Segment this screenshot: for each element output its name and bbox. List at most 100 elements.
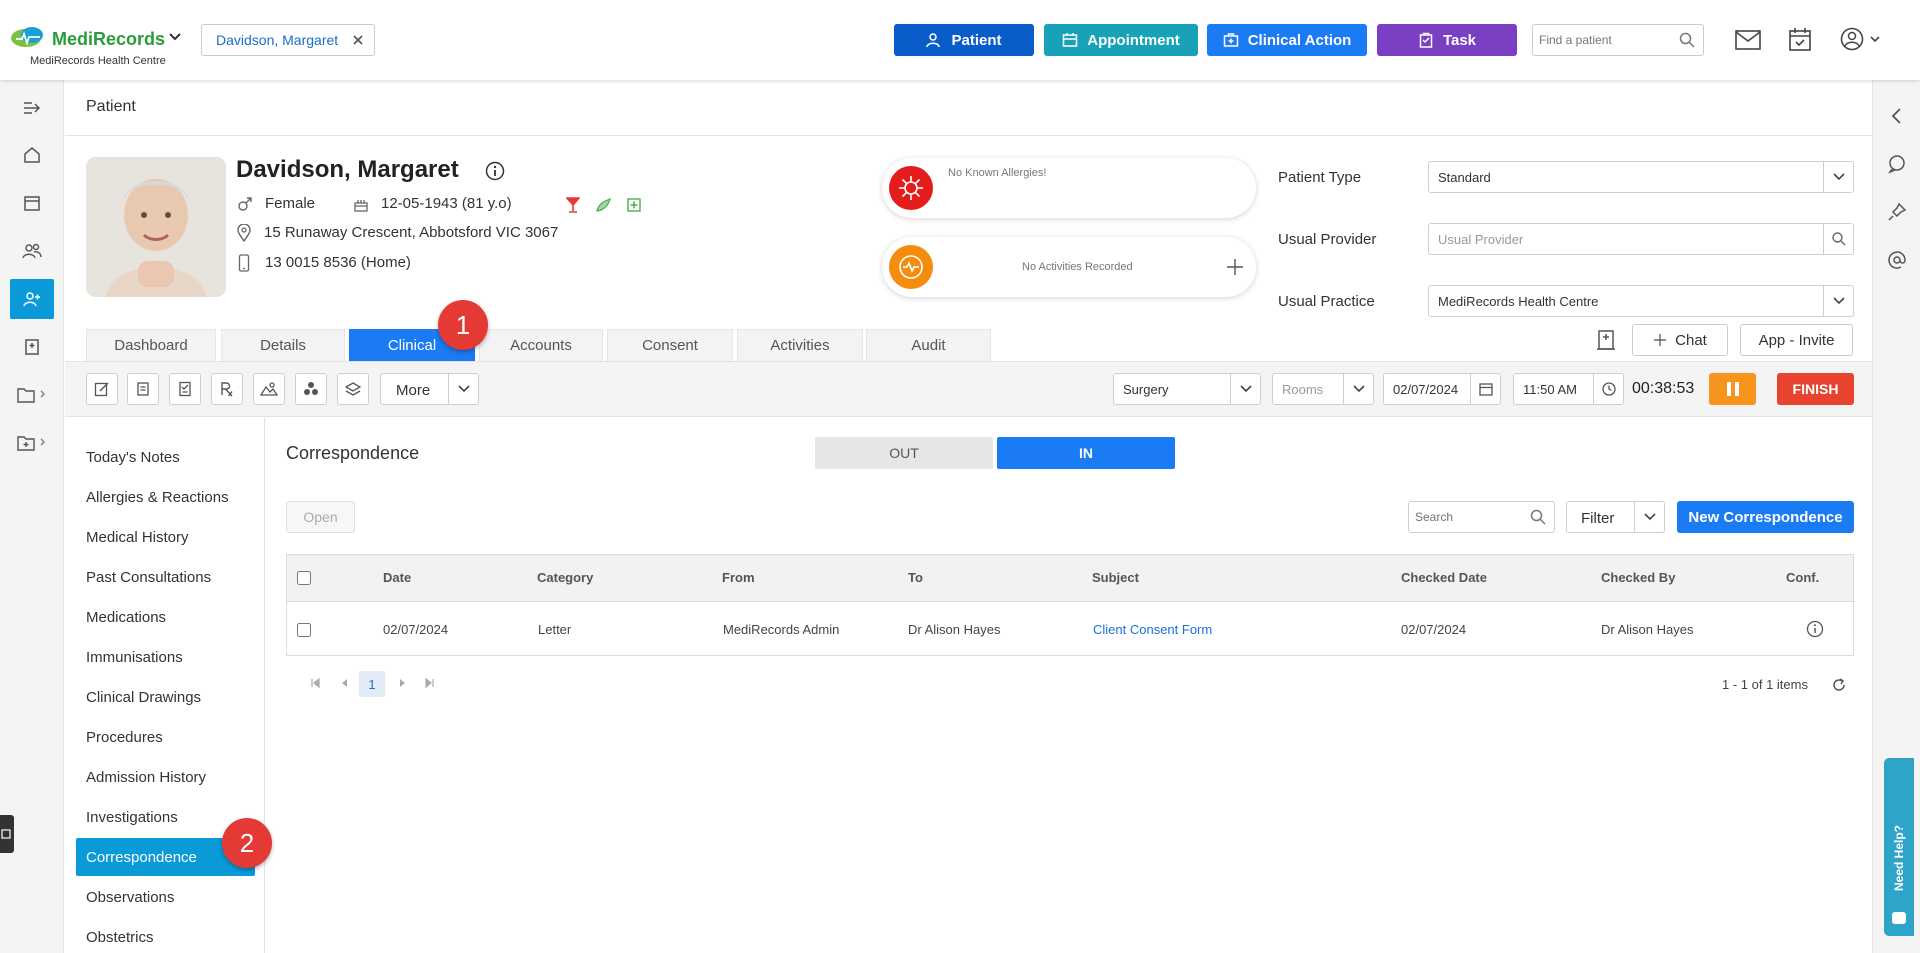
sidebar-item-obstetrics[interactable]: Obstetrics [86, 929, 154, 946]
collapsed-panel-handle[interactable] [0, 815, 14, 853]
sidebar-item-investigations[interactable]: Investigations [86, 809, 178, 826]
search-icon[interactable] [1530, 509, 1546, 525]
patients-nav-item[interactable] [10, 279, 54, 319]
radiation-icon[interactable] [295, 373, 327, 405]
clinic-building-icon[interactable] [10, 327, 54, 367]
chevron-down-icon[interactable] [448, 374, 478, 404]
column-header-from[interactable]: From [722, 570, 755, 585]
column-header-date[interactable]: Date [383, 570, 411, 585]
usual-practice-select[interactable]: MediRecords Health Centre [1428, 285, 1854, 317]
sidebar-item-allergies[interactable]: Allergies & Reactions [86, 489, 229, 506]
mail-icon[interactable] [1735, 29, 1761, 51]
new-task-button[interactable]: Task [1377, 24, 1517, 56]
more-dropdown[interactable]: More [380, 373, 479, 405]
correspondence-search[interactable] [1408, 501, 1555, 533]
sidebar-item-past-consultations[interactable]: Past Consultations [86, 569, 211, 586]
activities-card[interactable]: No Activities Recorded [882, 237, 1256, 297]
need-help-tab[interactable]: Need Help? [1884, 758, 1914, 936]
folder-icon[interactable] [10, 375, 54, 415]
clock-icon[interactable] [1593, 374, 1623, 404]
rooms-select[interactable]: Rooms [1272, 373, 1374, 405]
previous-page-icon[interactable] [340, 678, 350, 688]
chat-bubble-icon[interactable] [1887, 154, 1907, 174]
column-header-checked-date[interactable]: Checked Date [1401, 570, 1487, 585]
sidebar-item-immunisations[interactable]: Immunisations [86, 649, 183, 666]
tab-consent[interactable]: Consent [607, 329, 733, 361]
pin-icon[interactable] [1887, 202, 1907, 222]
filter-dropdown[interactable]: Filter [1566, 501, 1665, 533]
user-account-icon[interactable] [1840, 27, 1880, 51]
edit-note-icon[interactable] [86, 373, 118, 405]
add-activity-plus-icon[interactable] [1226, 258, 1244, 276]
first-page-icon[interactable] [311, 678, 321, 688]
sidebar-item-medications[interactable]: Medications [86, 609, 166, 626]
pause-button[interactable] [1709, 373, 1756, 405]
brand-name[interactable]: MediRecords [52, 29, 165, 50]
sidebar-item-observations[interactable]: Observations [86, 889, 174, 906]
column-header-category[interactable]: Category [537, 570, 593, 585]
chevron-down-icon[interactable] [1823, 286, 1853, 316]
column-header-checked-by[interactable]: Checked By [1601, 570, 1675, 585]
open-button[interactable]: Open [286, 501, 355, 533]
confidential-info-icon[interactable] [1806, 620, 1824, 638]
tab-activities[interactable]: Activities [737, 329, 863, 361]
date-picker[interactable]: 02/07/2024 [1383, 373, 1501, 405]
imaging-icon[interactable] [253, 373, 285, 405]
select-all-checkbox[interactable] [297, 571, 311, 585]
tab-audit[interactable]: Audit [866, 329, 991, 361]
new-patient-button[interactable]: Patient [894, 24, 1034, 56]
location-select[interactable]: Surgery [1113, 373, 1261, 405]
clinical-action-button[interactable]: Clinical Action [1207, 24, 1367, 56]
chevron-down-icon[interactable] [1230, 374, 1260, 404]
app-invite-button[interactable]: App - Invite [1740, 324, 1853, 356]
cell-subject-link[interactable]: Client Consent Form [1093, 622, 1212, 637]
document-icon[interactable] [127, 373, 159, 405]
search-icon[interactable] [1679, 32, 1695, 48]
calendar-check-icon[interactable] [1789, 27, 1811, 51]
users-group-icon[interactable] [10, 231, 54, 271]
time-picker[interactable]: 11:50 AM [1513, 373, 1624, 405]
prescription-rx-icon[interactable] [211, 373, 243, 405]
sidebar-item-admission-history[interactable]: Admission History [86, 769, 206, 786]
chat-button[interactable]: Chat [1632, 324, 1728, 356]
tab-accounts[interactable]: Accounts [479, 329, 603, 361]
form-icon[interactable] [169, 373, 201, 405]
hospital-building-icon[interactable] [1595, 329, 1617, 351]
patient-type-select[interactable]: Standard [1428, 161, 1854, 193]
page-number-current[interactable]: 1 [359, 671, 385, 697]
expand-menu-icon[interactable] [10, 88, 54, 128]
toggle-out[interactable]: OUT [815, 437, 993, 469]
chevron-left-icon[interactable] [1887, 106, 1907, 126]
correspondence-search-input[interactable] [1415, 502, 1525, 532]
chevron-down-icon[interactable] [1634, 502, 1664, 532]
find-patient-input[interactable] [1539, 25, 1679, 55]
sidebar-item-clinical-drawings[interactable]: Clinical Drawings [86, 689, 201, 706]
tab-details[interactable]: Details [221, 329, 345, 361]
close-icon[interactable] [352, 34, 364, 46]
new-appointment-button[interactable]: Appointment [1044, 24, 1198, 56]
chevron-down-icon[interactable] [1823, 162, 1853, 192]
column-header-subject[interactable]: Subject [1092, 570, 1139, 585]
finish-button[interactable]: FINISH [1777, 373, 1854, 405]
toggle-in[interactable]: IN [997, 437, 1175, 469]
folder-plus-icon[interactable] [10, 423, 54, 463]
last-page-icon[interactable] [424, 678, 434, 688]
mention-at-icon[interactable] [1887, 250, 1907, 270]
layers-icon[interactable] [337, 373, 369, 405]
appointments-calendar-icon[interactable] [10, 183, 54, 223]
brand-dropdown-chevron-icon[interactable] [168, 32, 182, 42]
tab-dashboard[interactable]: Dashboard [86, 329, 216, 361]
row-checkbox[interactable] [297, 623, 311, 637]
patient-info-icon[interactable] [485, 161, 505, 181]
home-icon[interactable] [10, 135, 54, 175]
refresh-icon[interactable] [1831, 677, 1847, 693]
allergies-card[interactable]: No Known Allergies! [882, 158, 1256, 218]
sidebar-item-medical-history[interactable]: Medical History [86, 529, 189, 546]
sidebar-item-procedures[interactable]: Procedures [86, 729, 163, 746]
open-patient-tab[interactable]: Davidson, Margaret [201, 24, 375, 56]
next-page-icon[interactable] [397, 678, 407, 688]
column-header-to[interactable]: To [908, 570, 923, 585]
usual-provider-field[interactable]: Usual Provider [1428, 223, 1854, 255]
new-correspondence-button[interactable]: New Correspondence [1677, 501, 1854, 533]
chevron-down-icon[interactable] [1343, 374, 1373, 404]
